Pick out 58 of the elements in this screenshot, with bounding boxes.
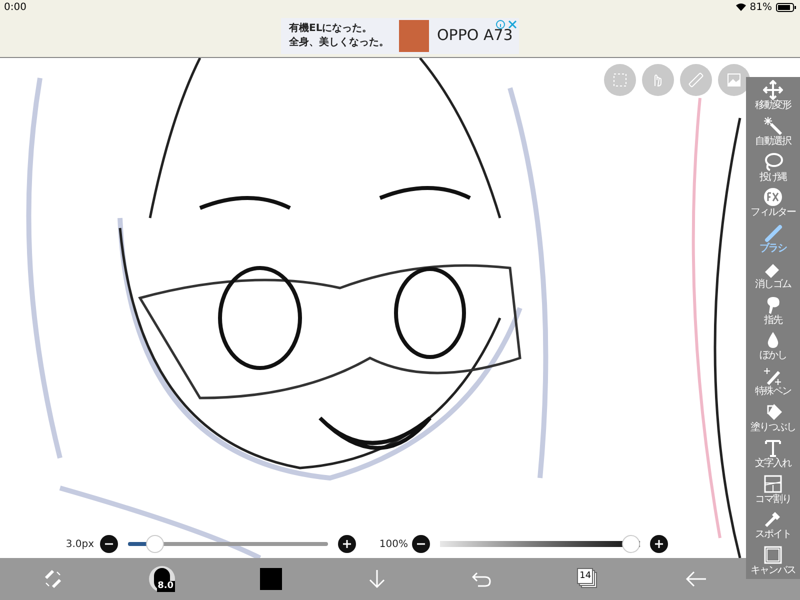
fx-tool-icon <box>763 187 783 208</box>
down-arrow-icon[interactable] <box>368 569 386 589</box>
tool-button[interactable]: 特殊ペン <box>746 364 800 400</box>
lasso-tool-icon <box>763 152 783 172</box>
tool-button[interactable]: 塗りつぶし <box>746 400 800 436</box>
tool-button[interactable]: キャンバス <box>746 543 800 579</box>
brush-size-label: 8.0 <box>156 581 175 592</box>
opacity-reading: 100% <box>378 538 409 552</box>
tool-button[interactable]: 指先 <box>746 292 800 328</box>
canvas-tool-icon <box>763 545 783 566</box>
image-button[interactable] <box>718 64 750 96</box>
hand-button[interactable] <box>642 64 674 96</box>
move-tool-icon <box>763 80 783 100</box>
slider-thumb[interactable] <box>146 535 164 553</box>
plus-icon[interactable] <box>338 535 356 553</box>
tool-button[interactable]: ブラシ <box>746 221 800 257</box>
opacity-slider[interactable] <box>440 535 640 553</box>
back-arrow-icon[interactable] <box>685 571 708 587</box>
special-tool-icon <box>763 366 783 386</box>
status-time: 0:00 <box>4 0 26 14</box>
slider-thumb[interactable] <box>622 535 640 553</box>
minus-icon[interactable] <box>412 535 430 553</box>
ad-product-name: OPPO A73 <box>437 25 513 46</box>
layer-count: 14 <box>577 568 594 584</box>
minus-icon[interactable] <box>100 535 118 553</box>
undo-icon[interactable] <box>472 571 492 587</box>
brush-preview[interactable]: 8.0 <box>148 566 175 592</box>
tool-button[interactable]: スポイト <box>746 507 800 544</box>
dropper-tool-icon <box>763 509 783 530</box>
ad-headline: 有機ELになった。 <box>289 22 374 36</box>
tool-button[interactable]: フィルター <box>746 185 800 222</box>
tool-button[interactable]: コマ割り <box>746 472 800 508</box>
phone-photo-placeholder <box>399 20 429 52</box>
size-slider[interactable] <box>128 535 328 553</box>
tool-button[interactable]: 消しゴム <box>746 256 800 293</box>
brush-size-reading: 3.0px <box>64 538 95 552</box>
ad-banner[interactable]: 有機ELになった。 全身、美しくなった。 OPPO A73 <box>281 18 519 54</box>
selection-button[interactable] <box>604 64 636 96</box>
wifi-icon <box>736 3 746 11</box>
info-icon[interactable] <box>496 20 505 28</box>
tool-button[interactable]: 移動変形 <box>746 78 800 114</box>
battery-percent: 81% <box>750 0 772 14</box>
tool-button[interactable]: ぼかし <box>746 328 800 364</box>
battery-icon <box>776 2 796 12</box>
ruler-button[interactable] <box>680 64 712 96</box>
frame-tool-icon <box>763 474 783 494</box>
tool-button[interactable]: 文字入れ <box>746 436 800 472</box>
text-tool-icon <box>763 438 783 458</box>
wand-tool-icon <box>763 116 783 136</box>
plus-icon[interactable] <box>650 535 668 553</box>
color-swatch[interactable] <box>260 568 282 590</box>
brush-tool-icon <box>763 223 783 244</box>
tool-button[interactable]: 投げ縄 <box>746 150 800 186</box>
tool-button[interactable]: 自動選択 <box>746 114 800 150</box>
close-icon[interactable] <box>508 20 517 28</box>
ad-headline: 全身、美しくなった。 <box>289 36 390 50</box>
brush-eraser-swap-icon[interactable] <box>42 569 63 589</box>
ruler-icon <box>686 70 706 90</box>
